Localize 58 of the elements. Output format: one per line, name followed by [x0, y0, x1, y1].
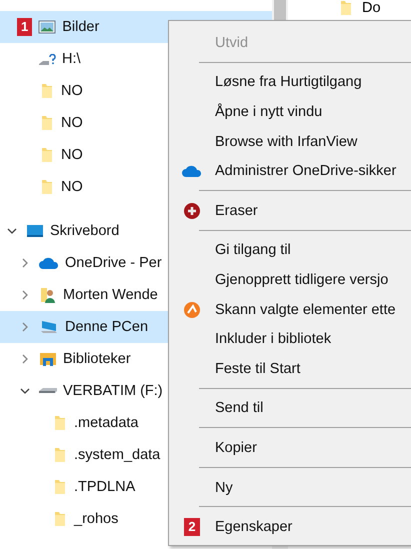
chevron-right-icon[interactable] — [20, 258, 30, 268]
tree-item-label: VERBATIM (F:) — [63, 383, 163, 399]
cloud-icon — [182, 164, 202, 178]
chevron-down-icon[interactable] — [20, 386, 30, 396]
tree-item-label: .system_data — [74, 447, 160, 463]
file-name[interactable]: Do — [362, 0, 381, 16]
tree-item-label: NO — [61, 147, 83, 163]
tree-item-label: Biblioteker — [63, 351, 131, 367]
menu-item[interactable]: Browse with IrfanView — [169, 126, 411, 156]
chevron-right-icon[interactable] — [20, 354, 30, 364]
chevron-down-icon[interactable] — [7, 226, 17, 236]
menu-item[interactable]: Feste til Start — [169, 354, 411, 384]
tree-item-label: .TPDLNA — [74, 479, 136, 495]
chevron-right-icon[interactable] — [20, 290, 30, 300]
menu-item[interactable]: Kopier — [169, 433, 411, 463]
desktop-icon — [26, 223, 44, 239]
menu-item[interactable]: Løsne fra Hurtigtilgang — [169, 68, 411, 98]
folder-icon — [338, 0, 354, 16]
tree-item-label: Morten Wende — [63, 287, 158, 303]
scrollbar-thumb[interactable] — [274, 0, 286, 20]
eraser-icon — [183, 202, 201, 220]
drive-icon — [39, 388, 57, 394]
menu-item[interactable]: Administrer OneDrive-sikker — [169, 156, 411, 186]
menu-item[interactable]: Ny — [169, 472, 411, 502]
tree-item-label: NO — [61, 115, 83, 131]
tree-item-label: .metadata — [74, 415, 138, 431]
tree-item-label: NO — [61, 83, 83, 99]
menu-item[interactable]: Gi tilgang til — [169, 236, 411, 266]
menu-item[interactable]: Gjenopprett tidligere versjo — [169, 265, 411, 295]
folder-icon — [39, 83, 55, 99]
tree-item-label: NO — [61, 179, 83, 195]
picture-icon — [38, 19, 56, 35]
folder-icon — [52, 447, 68, 463]
folder-icon — [52, 415, 68, 431]
menu-item[interactable]: 2 Egenskaper — [169, 512, 411, 542]
tree-item-label: Bilder — [62, 19, 100, 35]
tree-item-label: H:\ — [62, 51, 81, 67]
tree-item-label: _rohos — [74, 511, 118, 527]
number-badge: 2 — [184, 518, 200, 536]
user-folder-icon — [39, 286, 57, 304]
drive-icon — [39, 54, 56, 64]
chevron-right-icon[interactable] — [20, 322, 30, 332]
folder-icon — [52, 479, 68, 495]
library-icon — [39, 351, 57, 367]
folder-icon — [39, 115, 55, 131]
folder-icon — [39, 147, 55, 163]
folder-icon — [52, 511, 68, 527]
tree-item-label: OneDrive - Per — [65, 255, 162, 271]
antivirus-icon — [183, 300, 201, 319]
cloud-icon — [39, 256, 59, 270]
tree-item-label: Denne PCen — [65, 319, 148, 335]
tree-item-label: Skrivebord — [50, 223, 120, 239]
folder-icon — [39, 179, 55, 195]
menu-item[interactable]: Send til — [169, 394, 411, 424]
computer-icon — [39, 319, 59, 335]
menu-item[interactable]: Eraser — [169, 196, 411, 226]
number-badge: 1 — [17, 18, 32, 36]
menu-item[interactable]: Åpne i nytt vindu — [169, 97, 411, 127]
